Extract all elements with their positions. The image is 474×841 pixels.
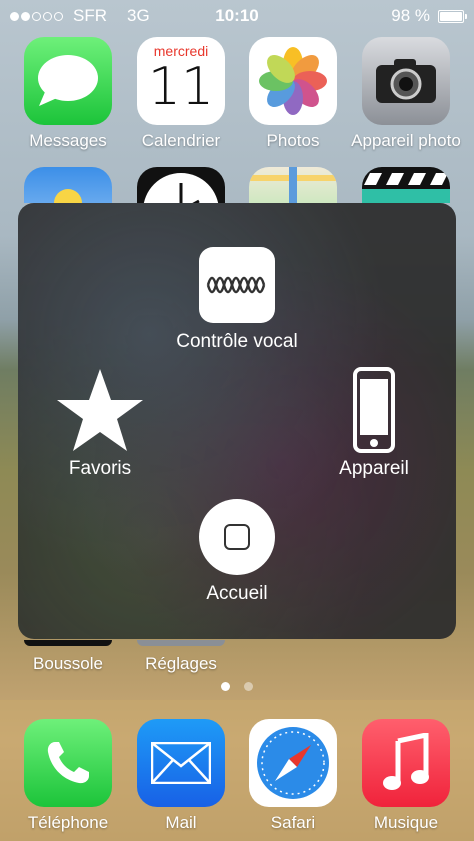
battery-percent: 98 % <box>391 6 430 25</box>
page-dot <box>221 682 230 691</box>
page-dot <box>244 682 253 691</box>
app-camera[interactable]: Appareil photo <box>350 37 462 151</box>
app-label: Mail <box>165 813 197 832</box>
videos-icon <box>362 167 450 203</box>
device-label: Appareil <box>339 458 409 479</box>
app-photos[interactable]: Photos <box>237 37 349 151</box>
device-icon <box>353 367 395 453</box>
dock: Téléphone Mail Safari Musique <box>0 700 474 841</box>
battery-icon <box>438 9 467 23</box>
app-compass[interactable]: Boussole <box>12 640 124 674</box>
mail-icon <box>137 719 225 807</box>
device-button[interactable]: Appareil <box>314 367 434 480</box>
voice-control-button[interactable]: Contrôle vocal <box>157 247 317 353</box>
music-icon <box>362 719 450 807</box>
app-maps[interactable] <box>237 167 349 203</box>
calendar-icon: mercredi 11 <box>137 37 225 125</box>
messages-icon <box>24 37 112 125</box>
waveform-icon <box>199 247 275 323</box>
clock-icon <box>137 167 225 203</box>
safari-icon <box>249 719 337 807</box>
app-label: Téléphone <box>27 813 109 832</box>
app-messages[interactable]: Messages <box>12 37 124 151</box>
app-settings[interactable]: Réglages <box>125 640 237 674</box>
app-label: Boussole <box>33 654 103 673</box>
page-indicator[interactable] <box>0 682 474 691</box>
phone-icon <box>24 719 112 807</box>
app-label: Réglages <box>145 654 217 673</box>
calendar-weekday: mercredi <box>153 43 209 59</box>
app-videos[interactable] <box>350 167 462 203</box>
favorites-label: Favoris <box>68 458 132 479</box>
app-label: Musique <box>373 813 439 832</box>
dock-app-mail[interactable]: Mail <box>125 719 237 833</box>
app-label: Safari <box>270 813 316 832</box>
app-clock[interactable] <box>125 167 237 203</box>
home-label: Accueil <box>206 583 268 604</box>
camera-icon <box>362 37 450 125</box>
voice-control-label: Contrôle vocal <box>176 331 298 352</box>
weather-icon <box>24 167 112 203</box>
dock-app-safari[interactable]: Safari <box>237 719 349 833</box>
status-bar: SFR 3G 10:10 98 % <box>0 0 474 32</box>
app-label: Calendrier <box>141 131 221 150</box>
dock-app-phone[interactable]: Téléphone <box>12 719 124 833</box>
favorites-button[interactable]: Favoris <box>40 367 160 480</box>
star-icon <box>57 369 143 451</box>
compass-icon <box>24 640 112 646</box>
dock-app-music[interactable]: Musique <box>350 719 462 833</box>
app-label: Photos <box>266 131 320 150</box>
settings-icon <box>137 640 225 646</box>
maps-icon <box>249 167 337 203</box>
app-label: Appareil photo <box>351 131 461 150</box>
calendar-day: 11 <box>147 57 215 117</box>
assistive-touch-menu: Contrôle vocal Favoris Appareil Accueil <box>18 203 456 639</box>
home-icon <box>199 499 275 575</box>
photos-icon <box>249 37 337 125</box>
status-right: 98 % <box>391 6 467 26</box>
app-label: Messages <box>29 131 107 150</box>
home-button[interactable]: Accueil <box>157 499 317 605</box>
app-weather[interactable] <box>12 167 124 203</box>
app-calendar[interactable]: mercredi 11 Calendrier <box>125 37 237 151</box>
